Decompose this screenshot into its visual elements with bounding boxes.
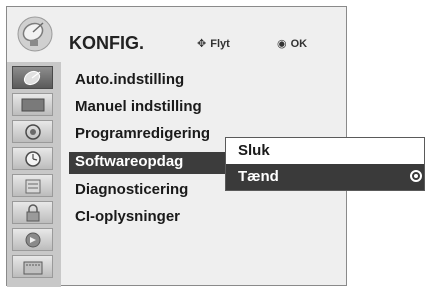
clock-icon — [25, 151, 41, 167]
menu-header: KONFIG. ✥ Flyt ◉ OK — [7, 7, 346, 60]
page-title: KONFIG. — [69, 33, 144, 53]
menu-item-software-update[interactable]: Softwareopdag — [75, 153, 183, 170]
option-on[interactable]: Tænd — [226, 164, 424, 190]
move-hint-label: Flyt — [210, 38, 230, 50]
options-icon — [25, 179, 41, 194]
option-off[interactable]: Sluk — [226, 138, 424, 164]
picture-icon — [21, 98, 45, 112]
menu-item-manual-tuning[interactable]: Manuel indstilling — [75, 98, 202, 115]
lock-icon — [26, 204, 40, 222]
sidebar-item-picture[interactable] — [12, 93, 53, 116]
move-hint: ✥ Flyt — [197, 37, 230, 50]
input-icon — [25, 232, 41, 248]
sidebar-item-input[interactable] — [12, 228, 53, 251]
sidebar-item-setup[interactable] — [12, 66, 53, 89]
speaker-icon — [25, 124, 41, 140]
usb-icon — [23, 261, 43, 275]
satellite-dish-icon — [23, 70, 41, 86]
ok-hint: ◉ OK — [277, 37, 307, 50]
category-sidebar — [7, 62, 61, 287]
menu-item-diagnostics[interactable]: Diagnosticering — [75, 181, 188, 198]
radio-selected-icon — [410, 170, 422, 182]
move-arrows-icon: ✥ — [197, 38, 207, 50]
menu-item-programme-edit[interactable]: Programredigering — [75, 125, 210, 142]
software-update-submenu: Sluk Tænd — [225, 137, 425, 191]
sidebar-item-options[interactable] — [12, 174, 53, 197]
sidebar-item-time[interactable] — [12, 147, 53, 170]
ok-button-icon: ◉ — [277, 38, 287, 50]
sidebar-item-lock[interactable] — [12, 201, 53, 224]
menu-item-auto-tuning[interactable]: Auto.indstilling — [75, 71, 184, 88]
sidebar-item-usb[interactable] — [12, 255, 53, 278]
menu-item-ci-information[interactable]: CI-oplysninger — [75, 208, 180, 225]
sidebar-item-audio[interactable] — [12, 120, 53, 143]
option-on-label: Tænd — [238, 168, 279, 185]
satellite-dish-icon — [15, 15, 55, 53]
ok-hint-label: OK — [290, 38, 308, 50]
